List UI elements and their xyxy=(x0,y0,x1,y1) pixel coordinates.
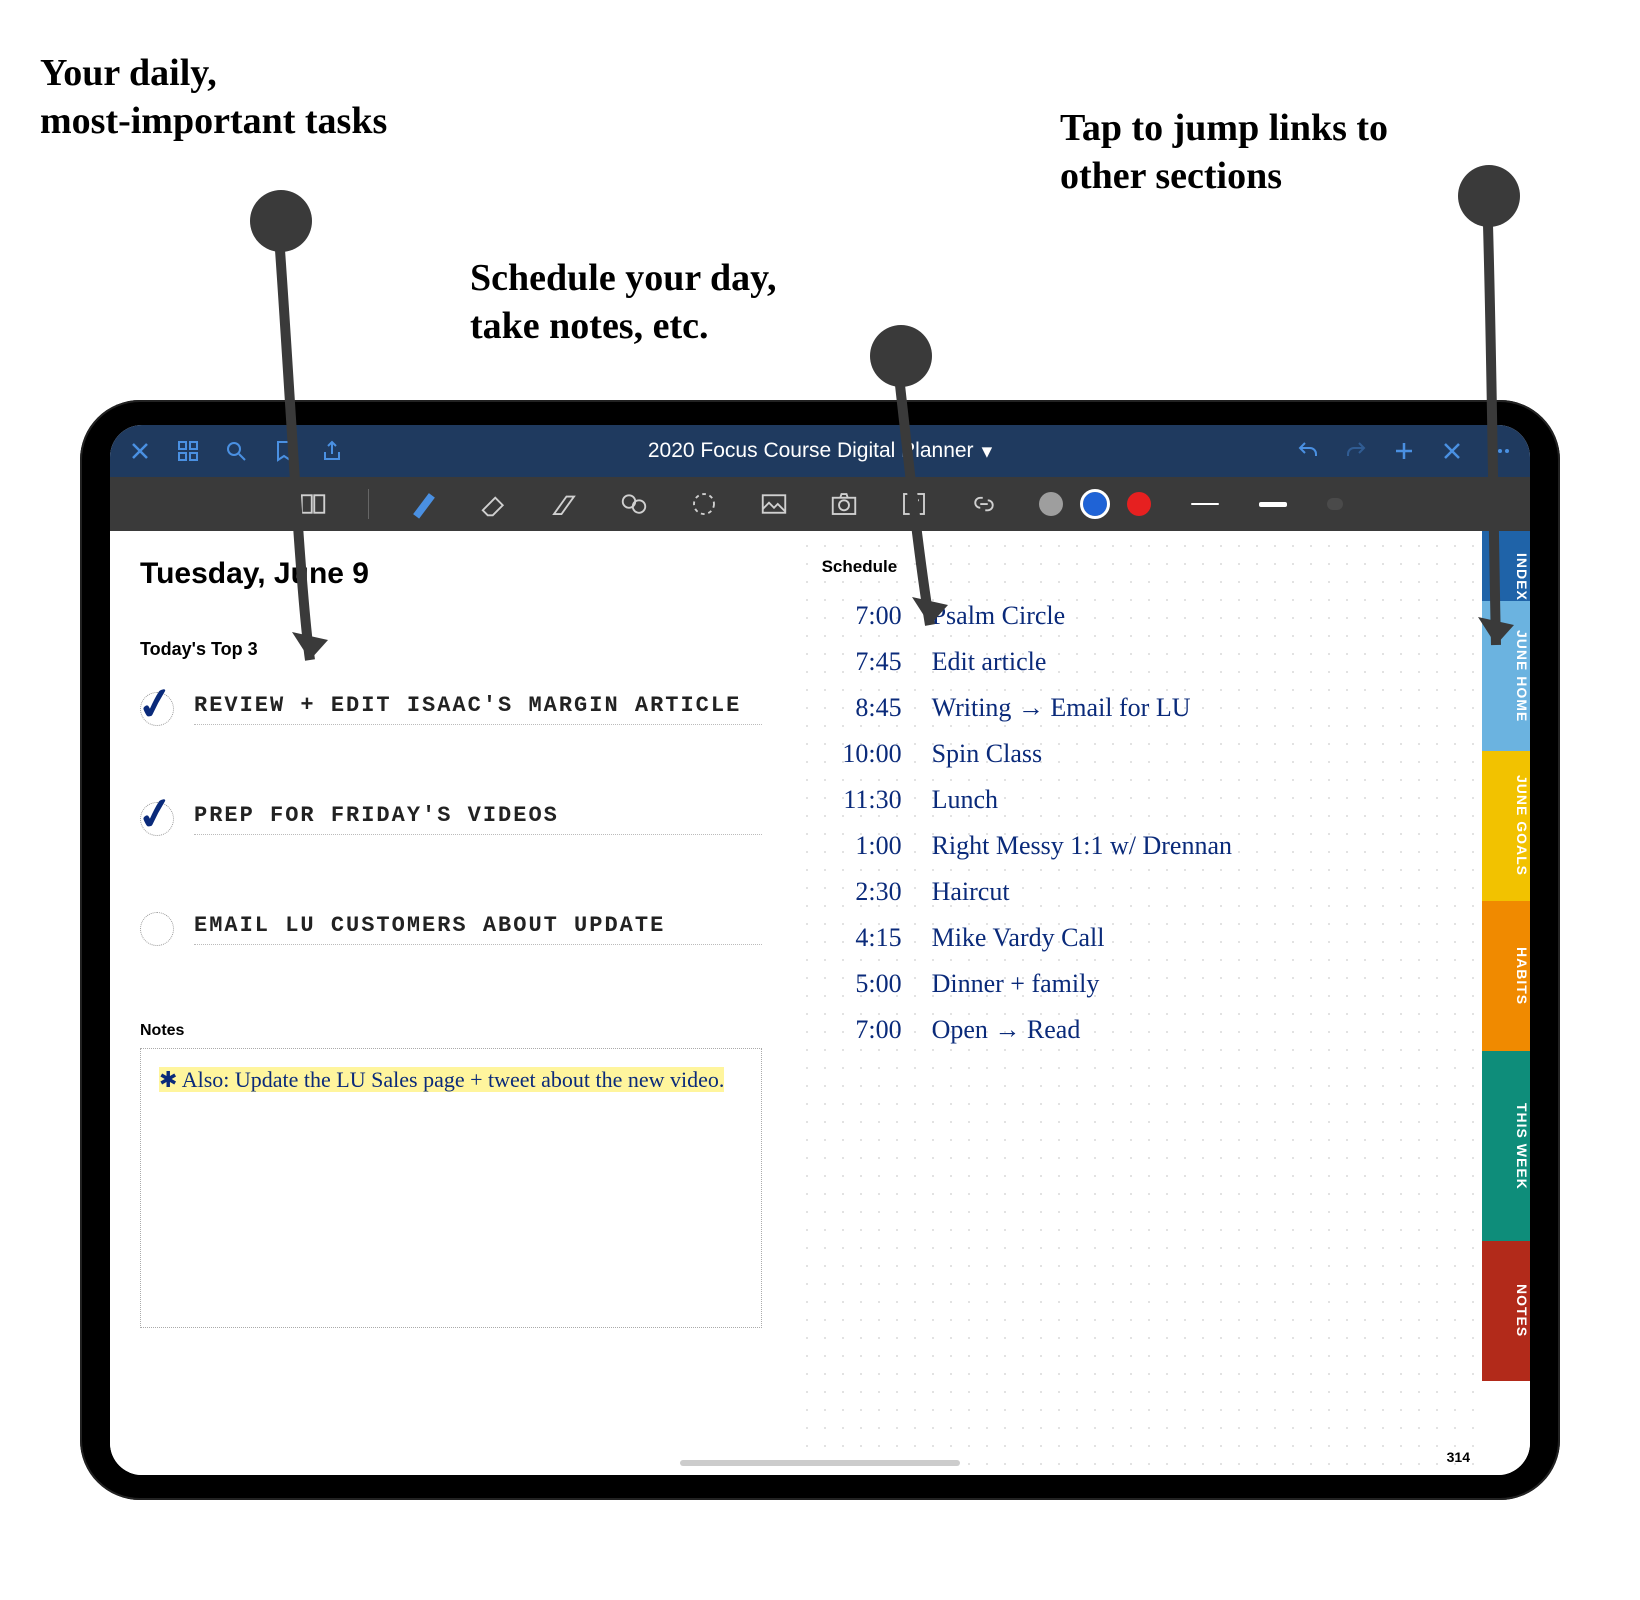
zoom-tool-icon[interactable] xyxy=(298,489,328,519)
schedule-time: 4:15 xyxy=(822,923,902,953)
schedule-item: Haircut xyxy=(932,877,1010,907)
shape-tool-icon[interactable] xyxy=(619,489,649,519)
schedule-row[interactable]: 4:15 Mike Vardy Call xyxy=(822,923,1452,953)
share-icon[interactable] xyxy=(320,439,344,463)
task-checkbox[interactable] xyxy=(140,912,174,946)
text-tool-icon[interactable] xyxy=(899,489,929,519)
eraser-tool-icon[interactable] xyxy=(479,489,509,519)
undo-icon[interactable] xyxy=(1296,439,1320,463)
notes-label: Notes xyxy=(140,1022,762,1040)
color-swatch-gray[interactable] xyxy=(1039,492,1063,516)
document-title-text: 2020 Focus Course Digital Planner xyxy=(648,439,974,463)
schedule-time: 10:00 xyxy=(822,739,902,769)
schedule-time: 11:30 xyxy=(822,785,902,815)
schedule-item: Edit article xyxy=(932,647,1047,677)
schedule-item: Psalm Circle xyxy=(932,601,1066,631)
close-x-icon[interactable] xyxy=(1440,439,1464,463)
section-tab-habits[interactable]: HABITS xyxy=(1482,901,1530,1051)
notes-text: ✱ Also: Update the LU Sales page + tweet… xyxy=(159,1063,743,1096)
ipad-frame: 2020 Focus Course Digital Planner ▾ xyxy=(80,400,1560,1500)
link-tool-icon[interactable] xyxy=(969,489,999,519)
schedule-row[interactable]: 7:00 Psalm Circle xyxy=(822,601,1452,631)
task-text: Review + edit Isaac's Margin Article xyxy=(194,693,762,725)
schedule-row[interactable]: 5:00 Dinner + family xyxy=(822,969,1452,999)
callout-dot xyxy=(250,190,312,252)
schedule-item: Lunch xyxy=(932,785,998,815)
section-tab-this-week[interactable]: THIS WEEK xyxy=(1482,1051,1530,1241)
highlighter-tool-icon[interactable] xyxy=(549,489,579,519)
add-icon[interactable] xyxy=(1392,439,1416,463)
search-icon[interactable] xyxy=(224,439,248,463)
schedule-time: 7:45 xyxy=(822,647,902,677)
annotation-tasks: Your daily, most-important tasks xyxy=(40,50,387,145)
planner-left-column: Tuesday, June 9 Today's Top 3 ✓ Review +… xyxy=(110,531,792,1475)
task-row[interactable]: Email LU customers about update xyxy=(140,912,762,946)
pen-tool-icon[interactable] xyxy=(409,489,439,519)
schedule-item: Spin Class xyxy=(932,739,1043,769)
planner-right-column: Schedule 7:00 Psalm Circle 7:45 Edit articl… xyxy=(792,531,1482,1475)
divider xyxy=(368,489,369,519)
stroke-width-thick[interactable] xyxy=(1327,498,1343,510)
schedule-time: 8:45 xyxy=(822,693,902,723)
document-title[interactable]: 2020 Focus Course Digital Planner ▾ xyxy=(648,439,992,464)
task-row[interactable]: ✓ Review + edit Isaac's Margin Article xyxy=(140,692,762,726)
color-swatch-red[interactable] xyxy=(1127,492,1151,516)
annotation-schedule: Schedule your day, take notes, etc. xyxy=(470,255,777,350)
schedule-item: Mike Vardy Call xyxy=(932,923,1105,953)
chevron-down-icon: ▾ xyxy=(982,439,993,464)
schedule-row[interactable]: 11:30 Lunch xyxy=(822,785,1452,815)
section-tab-june-goals[interactable]: JUNE GOALS xyxy=(1482,751,1530,901)
redo-icon[interactable] xyxy=(1344,439,1368,463)
bookmark-icon[interactable] xyxy=(272,439,296,463)
annotation-tabs: Tap to jump links to other sections xyxy=(1060,105,1388,200)
callout-dot xyxy=(870,325,932,387)
schedule-item: Dinner + family xyxy=(932,969,1100,999)
schedule-time: 2:30 xyxy=(822,877,902,907)
schedule-time: 7:00 xyxy=(822,601,902,631)
schedule-time: 5:00 xyxy=(822,969,902,999)
schedule-row[interactable]: 8:45 Writing → Email for LU xyxy=(822,693,1452,723)
task-row[interactable]: ✓ Prep for Friday's videos xyxy=(140,802,762,836)
section-tab-index[interactable]: INDEX xyxy=(1482,531,1530,601)
task-text: Prep for Friday's videos xyxy=(194,803,762,835)
date-heading: Tuesday, June 9 xyxy=(140,557,762,591)
section-tab-june-home[interactable]: JUNE HOME xyxy=(1482,601,1530,751)
more-icon[interactable] xyxy=(1488,439,1512,463)
lasso-tool-icon[interactable] xyxy=(689,489,719,519)
schedule-time: 7:00 xyxy=(822,1015,902,1045)
schedule-item: Writing → Email for LU xyxy=(932,693,1191,723)
page-number: 314 xyxy=(1447,1449,1470,1465)
schedule-row[interactable]: 10:00 Spin Class xyxy=(822,739,1452,769)
color-swatch-blue[interactable] xyxy=(1083,492,1107,516)
schedule-label: Schedule xyxy=(822,557,1452,577)
schedule-time: 1:00 xyxy=(822,831,902,861)
section-tabs: INDEXJUNE HOMEJUNE GOALSHABITSTHIS WEEKN… xyxy=(1482,531,1530,1475)
camera-tool-icon[interactable] xyxy=(829,489,859,519)
task-checkbox[interactable]: ✓ xyxy=(140,802,174,836)
toolbar xyxy=(110,477,1530,531)
stroke-width-thin[interactable] xyxy=(1191,503,1219,505)
task-text: Email LU customers about update xyxy=(194,913,762,945)
app-titlebar: 2020 Focus Course Digital Planner ▾ xyxy=(110,425,1530,477)
task-checkbox[interactable]: ✓ xyxy=(140,692,174,726)
top3-label: Today's Top 3 xyxy=(140,639,762,660)
image-tool-icon[interactable] xyxy=(759,489,789,519)
stroke-width-medium[interactable] xyxy=(1259,502,1287,507)
close-icon[interactable] xyxy=(128,439,152,463)
callout-dot xyxy=(1458,165,1520,227)
ipad-screen: 2020 Focus Course Digital Planner ▾ xyxy=(110,425,1530,1475)
schedule-row[interactable]: 1:00 Right Messy 1:1 w/ Drennan xyxy=(822,831,1452,861)
section-tab-notes[interactable]: NOTES xyxy=(1482,1241,1530,1381)
schedule-item: Right Messy 1:1 w/ Drennan xyxy=(932,831,1232,861)
schedule-row[interactable]: 7:45 Edit article xyxy=(822,647,1452,677)
grid-icon[interactable] xyxy=(176,439,200,463)
notes-box[interactable]: ✱ Also: Update the LU Sales page + tweet… xyxy=(140,1048,762,1328)
home-indicator[interactable] xyxy=(680,1460,960,1466)
schedule-row[interactable]: 2:30 Haircut xyxy=(822,877,1452,907)
schedule-row[interactable]: 7:00 Open → Read xyxy=(822,1015,1452,1045)
schedule-item: Open → Read xyxy=(932,1015,1081,1045)
